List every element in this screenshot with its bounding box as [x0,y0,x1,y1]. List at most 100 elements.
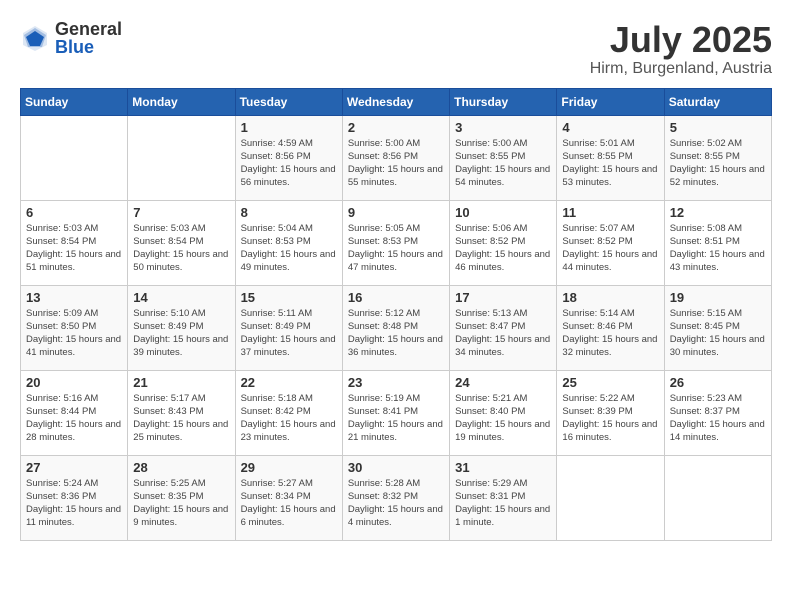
month-title: July 2025 [590,20,772,60]
day-info: Sunrise: 5:00 AMSunset: 8:55 PMDaylight:… [455,137,551,190]
day-info: Sunrise: 5:25 AMSunset: 8:35 PMDaylight:… [133,477,229,530]
week-row-4: 20 Sunrise: 5:16 AMSunset: 8:44 PMDayligh… [21,370,772,455]
calendar-cell: 8 Sunrise: 5:04 AMSunset: 8:53 PMDaylight… [235,200,342,285]
week-row-5: 27 Sunrise: 5:24 AMSunset: 8:36 PMDayligh… [21,455,772,540]
day-info: Sunrise: 5:16 AMSunset: 8:44 PMDaylight:… [26,392,122,445]
day-info: Sunrise: 5:13 AMSunset: 8:47 PMDaylight:… [455,307,551,360]
calendar-cell: 27 Sunrise: 5:24 AMSunset: 8:36 PMDayligh… [21,455,128,540]
day-info: Sunrise: 5:05 AMSunset: 8:53 PMDaylight:… [348,222,444,275]
calendar-cell: 14Sunrise: 5:10 AMSunset: 8:49 PMDayligh… [128,285,235,370]
calendar-cell: 30 Sunrise: 5:28 AMSunset: 8:32 PMDayligh… [342,455,449,540]
calendar-cell: 5 Sunrise: 5:02 AMSunset: 8:55 PMDaylight… [664,115,771,200]
day-info: Sunrise: 5:06 AMSunset: 8:52 PMDaylight:… [455,222,551,275]
logo-blue: Blue [55,38,122,56]
day-number: 6 [26,205,122,220]
day-info: Sunrise: 5:24 AMSunset: 8:36 PMDaylight:… [26,477,122,530]
day-number: 31 [455,460,551,475]
calendar-cell: 25 Sunrise: 5:22 AMSunset: 8:39 PMDayligh… [557,370,664,455]
calendar-cell: 15 Sunrise: 5:11 AMSunset: 8:49 PMDayligh… [235,285,342,370]
day-number: 19 [670,290,766,305]
day-info: Sunrise: 5:21 AMSunset: 8:40 PMDaylight:… [455,392,551,445]
day-number: 30 [348,460,444,475]
day-info: Sunrise: 5:17 AMSunset: 8:43 PMDaylight:… [133,392,229,445]
calendar-cell: 1 Sunrise: 4:59 AMSunset: 8:56 PMDaylight… [235,115,342,200]
calendar-cell: 11Sunrise: 5:07 AMSunset: 8:52 PMDayligh… [557,200,664,285]
day-number: 20 [26,375,122,390]
day-info: Sunrise: 5:04 AMSunset: 8:53 PMDaylight:… [241,222,337,275]
day-info: Sunrise: 5:18 AMSunset: 8:42 PMDaylight:… [241,392,337,445]
calendar-cell: 22Sunrise: 5:18 AMSunset: 8:42 PMDayligh… [235,370,342,455]
day-number: 12 [670,205,766,220]
day-info: Sunrise: 5:22 AMSunset: 8:39 PMDaylight:… [562,392,658,445]
day-number: 28 [133,460,229,475]
day-number: 17 [455,290,551,305]
calendar-cell: 9 Sunrise: 5:05 AMSunset: 8:53 PMDaylight… [342,200,449,285]
day-number: 26 [670,375,766,390]
calendar-cell: 4Sunrise: 5:01 AMSunset: 8:55 PMDaylight… [557,115,664,200]
day-info: Sunrise: 5:14 AMSunset: 8:46 PMDaylight:… [562,307,658,360]
day-info: Sunrise: 5:19 AMSunset: 8:41 PMDaylight:… [348,392,444,445]
calendar-cell: 21Sunrise: 5:17 AMSunset: 8:43 PMDayligh… [128,370,235,455]
weekday-header-row: SundayMondayTuesdayWednesdayThursdayFrid… [21,88,772,115]
calendar-cell: 10Sunrise: 5:06 AMSunset: 8:52 PMDayligh… [450,200,557,285]
calendar-cell: 3 Sunrise: 5:00 AMSunset: 8:55 PMDaylight… [450,115,557,200]
day-info: Sunrise: 5:15 AMSunset: 8:45 PMDaylight:… [670,307,766,360]
calendar-cell: 19 Sunrise: 5:15 AMSunset: 8:45 PMDayligh… [664,285,771,370]
weekday-header-sunday: Sunday [21,88,128,115]
title-block: July 2025 Hirm, Burgenland, Austria [590,20,772,78]
day-number: 15 [241,290,337,305]
weekday-header-friday: Friday [557,88,664,115]
weekday-header-saturday: Saturday [664,88,771,115]
calendar-cell [128,115,235,200]
week-row-2: 6 Sunrise: 5:03 AMSunset: 8:54 PMDaylight… [21,200,772,285]
day-info: Sunrise: 4:59 AMSunset: 8:56 PMDaylight:… [241,137,337,190]
logo-icon [20,23,50,53]
day-number: 8 [241,205,337,220]
day-info: Sunrise: 5:03 AMSunset: 8:54 PMDaylight:… [133,222,229,275]
week-row-3: 13Sunrise: 5:09 AMSunset: 8:50 PMDayligh… [21,285,772,370]
day-number: 29 [241,460,337,475]
calendar-cell [664,455,771,540]
calendar-cell: 28 Sunrise: 5:25 AMSunset: 8:35 PMDayligh… [128,455,235,540]
day-info: Sunrise: 5:08 AMSunset: 8:51 PMDaylight:… [670,222,766,275]
day-number: 3 [455,120,551,135]
day-info: Sunrise: 5:00 AMSunset: 8:56 PMDaylight:… [348,137,444,190]
day-info: Sunrise: 5:07 AMSunset: 8:52 PMDaylight:… [562,222,658,275]
logo-general: General [55,20,122,38]
day-number: 4 [562,120,658,135]
calendar-cell [21,115,128,200]
weekday-header-monday: Monday [128,88,235,115]
day-info: Sunrise: 5:12 AMSunset: 8:48 PMDaylight:… [348,307,444,360]
day-number: 7 [133,205,229,220]
calendar-cell: 18Sunrise: 5:14 AMSunset: 8:46 PMDayligh… [557,285,664,370]
calendar-cell: 12 Sunrise: 5:08 AMSunset: 8:51 PMDayligh… [664,200,771,285]
calendar-cell: 20 Sunrise: 5:16 AMSunset: 8:44 PMDayligh… [21,370,128,455]
calendar-cell: 16 Sunrise: 5:12 AMSunset: 8:48 PMDayligh… [342,285,449,370]
weekday-header-thursday: Thursday [450,88,557,115]
location-title: Hirm, Burgenland, Austria [590,60,772,78]
day-info: Sunrise: 5:10 AMSunset: 8:49 PMDaylight:… [133,307,229,360]
calendar-cell: 23Sunrise: 5:19 AMSunset: 8:41 PMDayligh… [342,370,449,455]
logo-text: General Blue [55,20,122,56]
page-header: General Blue July 2025 Hirm, Burgenland,… [20,20,772,78]
day-info: Sunrise: 5:28 AMSunset: 8:32 PMDaylight:… [348,477,444,530]
day-info: Sunrise: 5:02 AMSunset: 8:55 PMDaylight:… [670,137,766,190]
calendar-cell [557,455,664,540]
day-info: Sunrise: 5:03 AMSunset: 8:54 PMDaylight:… [26,222,122,275]
day-number: 24 [455,375,551,390]
logo: General Blue [20,20,122,56]
day-info: Sunrise: 5:11 AMSunset: 8:49 PMDaylight:… [241,307,337,360]
calendar-cell: 26Sunrise: 5:23 AMSunset: 8:37 PMDayligh… [664,370,771,455]
day-number: 5 [670,120,766,135]
calendar-cell: 29Sunrise: 5:27 AMSunset: 8:34 PMDayligh… [235,455,342,540]
day-number: 9 [348,205,444,220]
calendar-cell: 17 Sunrise: 5:13 AMSunset: 8:47 PMDayligh… [450,285,557,370]
day-number: 27 [26,460,122,475]
day-number: 25 [562,375,658,390]
day-number: 13 [26,290,122,305]
weekday-header-tuesday: Tuesday [235,88,342,115]
day-number: 16 [348,290,444,305]
calendar-cell: 24 Sunrise: 5:21 AMSunset: 8:40 PMDayligh… [450,370,557,455]
day-number: 1 [241,120,337,135]
calendar-cell: 13Sunrise: 5:09 AMSunset: 8:50 PMDayligh… [21,285,128,370]
